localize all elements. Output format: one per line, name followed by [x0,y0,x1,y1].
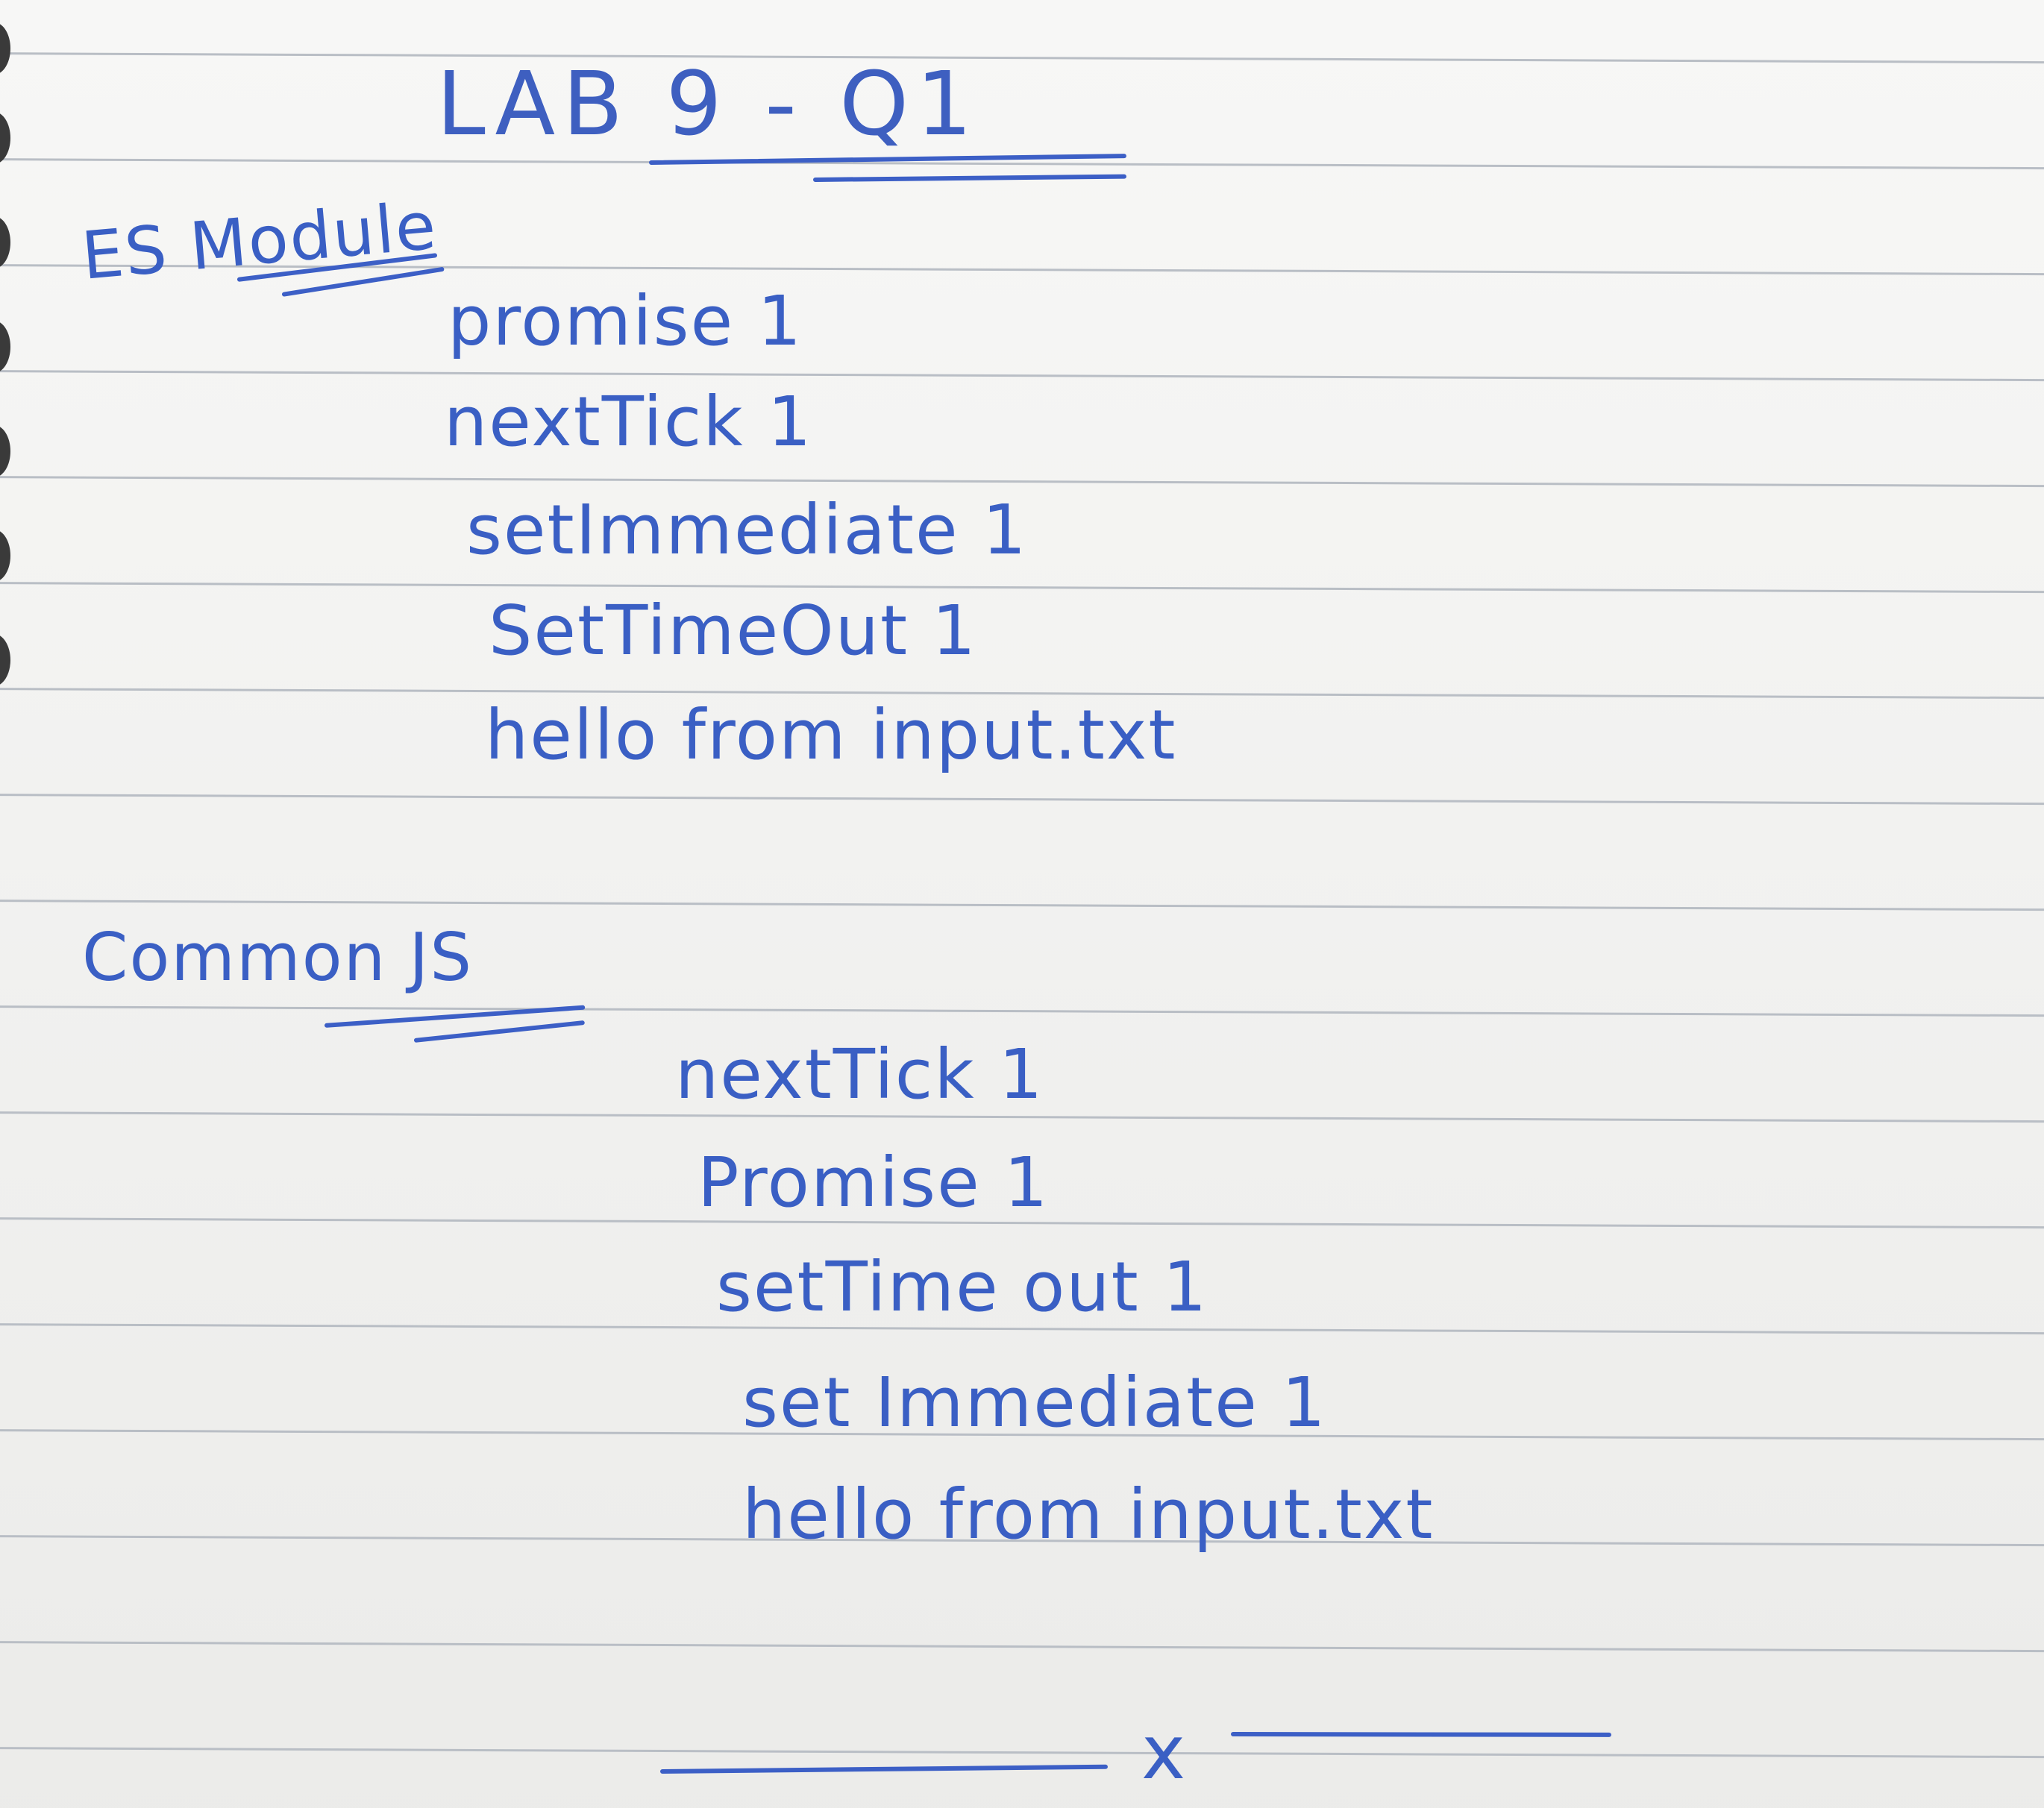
end-mark: x [1141,1709,1188,1796]
rule-line [0,476,2044,488]
note-title: LAB 9 - Q1 [436,52,980,155]
section-heading-common-js: Common JS [82,919,474,996]
es-output-line-1: promise 1 [448,281,803,361]
rule-line [0,370,2044,382]
es-output-line-3: setImmediate 1 [466,490,1028,570]
binder-hole [0,530,10,582]
rule-line [0,794,2044,806]
title-underline [812,174,1127,182]
binder-hole [0,112,10,164]
rule-line [0,52,2044,64]
cjs-output-line-1: nextTick 1 [675,1035,1044,1114]
es-output-line-4: SetTimeOut 1 [489,591,977,671]
binder-hole [0,425,10,477]
rule-line [0,1641,2044,1653]
binder-hole [0,216,10,269]
rule-line [0,582,2044,594]
cjs-output-line-4: set Immediate 1 [742,1363,1327,1443]
binder-hole [0,321,10,373]
heading-underline [413,1020,586,1043]
rule-line [0,158,2044,170]
es-output-line-5: hello from input.txt [485,695,1177,775]
rule-line [0,900,2044,911]
rule-line [0,1005,2044,1017]
es-output-line-2: nextTick 1 [444,382,813,462]
cjs-output-line-3: setTime out 1 [716,1247,1208,1327]
notebook-page: LAB 9 - Q1 ES Module promise 1 nextTick … [0,0,2044,1808]
cjs-output-line-5: hello from input.txt [742,1475,1435,1554]
rule-line [0,1747,2044,1759]
end-line-left [659,1764,1108,1774]
binder-hole [0,22,10,75]
cjs-output-line-2: Promise 1 [697,1143,1050,1222]
binder-hole [0,634,10,686]
end-line-right [1230,1732,1612,1737]
